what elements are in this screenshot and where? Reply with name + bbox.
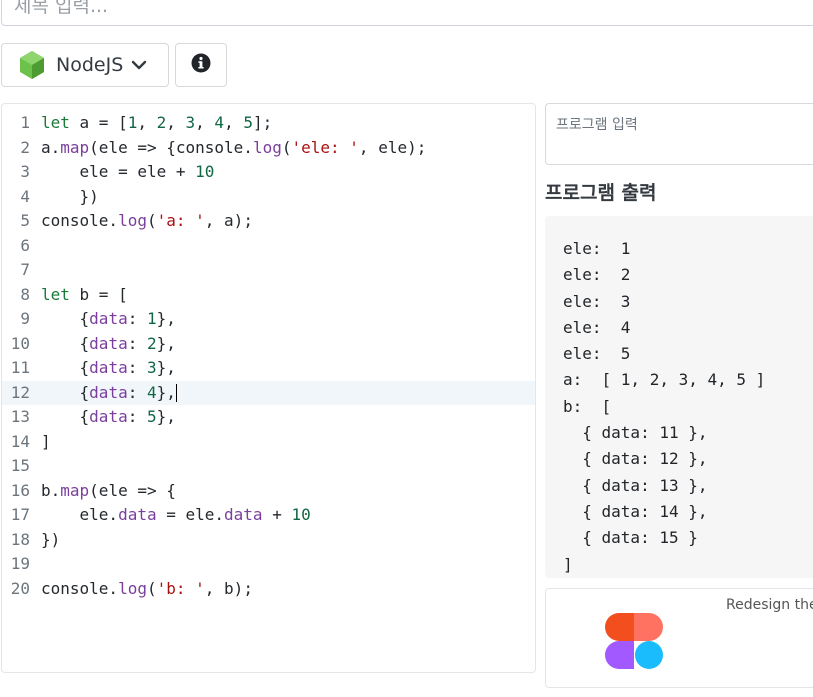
- code-line[interactable]: 14]: [2, 430, 535, 455]
- code-line[interactable]: 13 {data: 5},: [2, 405, 535, 430]
- line-number: 9: [20, 309, 30, 328]
- line-text: b.map(ele => {: [41, 480, 176, 500]
- text-cursor: [175, 384, 177, 402]
- code-line[interactable]: 1 let a = [1, 2, 3, 4, 5];: [2, 111, 535, 136]
- code-line[interactable]: 17 ele.data = ele.data + 10: [2, 503, 535, 528]
- output-line: { data: 12 },: [563, 449, 708, 469]
- output-line: { data: 13 },: [563, 475, 708, 495]
- line-text: ele = ele + 10: [41, 162, 215, 181]
- line-number: 12: [10, 382, 30, 402]
- code-line[interactable]: 8 let b = [: [2, 283, 535, 308]
- output-line: b: [: [563, 396, 612, 416]
- line-number: 18: [10, 529, 30, 549]
- line-number: 16: [10, 480, 30, 500]
- code-line[interactable]: 7: [2, 258, 535, 283]
- line-number: 11: [10, 358, 30, 377]
- line-text: console.log('a: ', a);: [41, 211, 253, 230]
- chevron-down-icon: [131, 57, 147, 73]
- line-number: 15: [10, 456, 30, 475]
- code-line[interactable]: 9 {data: 1},: [2, 307, 535, 332]
- line-text: {data: 4},: [41, 382, 177, 402]
- line-text: {data: 3},: [41, 358, 176, 377]
- line-number: 4: [20, 186, 30, 206]
- line-text: {data: 5},: [41, 407, 176, 426]
- code-editor[interactable]: 1 let a = [1, 2, 3, 4, 5]; 2 a.map(ele => {…: [1, 103, 536, 673]
- code-line[interactable]: 16 b.map(ele => {: [2, 479, 535, 504]
- line-text: {data: 1},: [41, 309, 176, 328]
- code-line[interactable]: 15: [2, 454, 535, 479]
- line-text: {data: 2},: [41, 333, 176, 353]
- output-line: ele: 3: [563, 291, 631, 311]
- line-number: 14: [10, 431, 30, 451]
- line-text: let a = [1, 2, 3, 4, 5];: [41, 113, 273, 132]
- line-number: 20: [10, 578, 30, 598]
- line-text: ]: [41, 431, 51, 451]
- program-output: ele: 1 ele: 2 ele: 3 ele: 4 ele: 5 a: [ 1, 2,…: [545, 216, 813, 578]
- line-text: }): [41, 186, 99, 206]
- line-text: console.log('b: ', b);: [41, 578, 253, 598]
- line-number: 2: [20, 137, 30, 157]
- line-number: 6: [20, 235, 30, 255]
- nodejs-icon: [18, 50, 46, 80]
- program-input-placeholder: 프로그램 입력: [556, 117, 638, 133]
- output-line: ele: 1: [563, 239, 631, 258]
- language-label: NodeJS: [56, 54, 124, 76]
- program-input[interactable]: 프로그램 입력: [545, 103, 813, 165]
- info-button[interactable]: [175, 43, 227, 87]
- code-line[interactable]: 20 console.log('b: ', b);: [2, 577, 535, 602]
- code-line[interactable]: 5 console.log('a: ', a);: [2, 209, 535, 234]
- output-line: { data: 11 },: [563, 423, 708, 443]
- line-number: 1: [20, 113, 30, 132]
- line-number: 3: [20, 162, 30, 181]
- code-line[interactable]: 3 ele = ele + 10: [2, 160, 535, 185]
- output-line: ele: 4: [563, 317, 631, 337]
- ad-card[interactable]: Redesign the: [545, 588, 813, 688]
- output-line: ]: [563, 554, 573, 574]
- output-line: { data: 15 }: [563, 528, 698, 548]
- line-number: 19: [10, 554, 30, 573]
- info-icon: [191, 53, 211, 77]
- language-select-button[interactable]: NodeJS: [1, 43, 169, 87]
- line-text: ele.data = ele.data + 10: [41, 505, 311, 524]
- code-lines[interactable]: 1 let a = [1, 2, 3, 4, 5]; 2 a.map(ele => {…: [2, 111, 535, 601]
- line-number: 8: [20, 284, 30, 304]
- figma-logo-icon: [604, 613, 664, 693]
- line-text: let b = [: [41, 284, 128, 304]
- code-line[interactable]: 2 a.map(ele => {console.log('ele: ', ele)…: [2, 136, 535, 161]
- code-line[interactable]: 6: [2, 234, 535, 259]
- line-text: }): [41, 529, 61, 549]
- code-line[interactable]: 18}): [2, 528, 535, 553]
- output-line: a: [ 1, 2, 3, 4, 5 ]: [563, 370, 766, 390]
- output-line: { data: 14 },: [563, 501, 708, 521]
- output-line: ele: 2: [563, 265, 631, 285]
- code-line[interactable]: 10 {data: 2},: [2, 332, 535, 357]
- code-line[interactable]: 11 {data: 3},: [2, 356, 535, 381]
- code-line[interactable]: 4 }): [2, 185, 535, 210]
- output-title: 프로그램 출력: [545, 182, 657, 204]
- line-number: 17: [10, 505, 30, 524]
- line-number: 7: [20, 260, 30, 279]
- code-line[interactable]: 19: [2, 552, 535, 577]
- line-text: a.map(ele => {console.log('ele: ', ele);: [41, 137, 427, 157]
- line-number: 13: [10, 407, 30, 426]
- ad-text: Redesign the: [726, 597, 813, 613]
- line-number: 5: [20, 211, 30, 230]
- line-number: 10: [10, 333, 30, 353]
- title-input[interactable]: [1, 0, 813, 26]
- output-line: ele: 5: [563, 344, 631, 364]
- code-line[interactable]: 12 {data: 4},: [2, 380, 535, 405]
